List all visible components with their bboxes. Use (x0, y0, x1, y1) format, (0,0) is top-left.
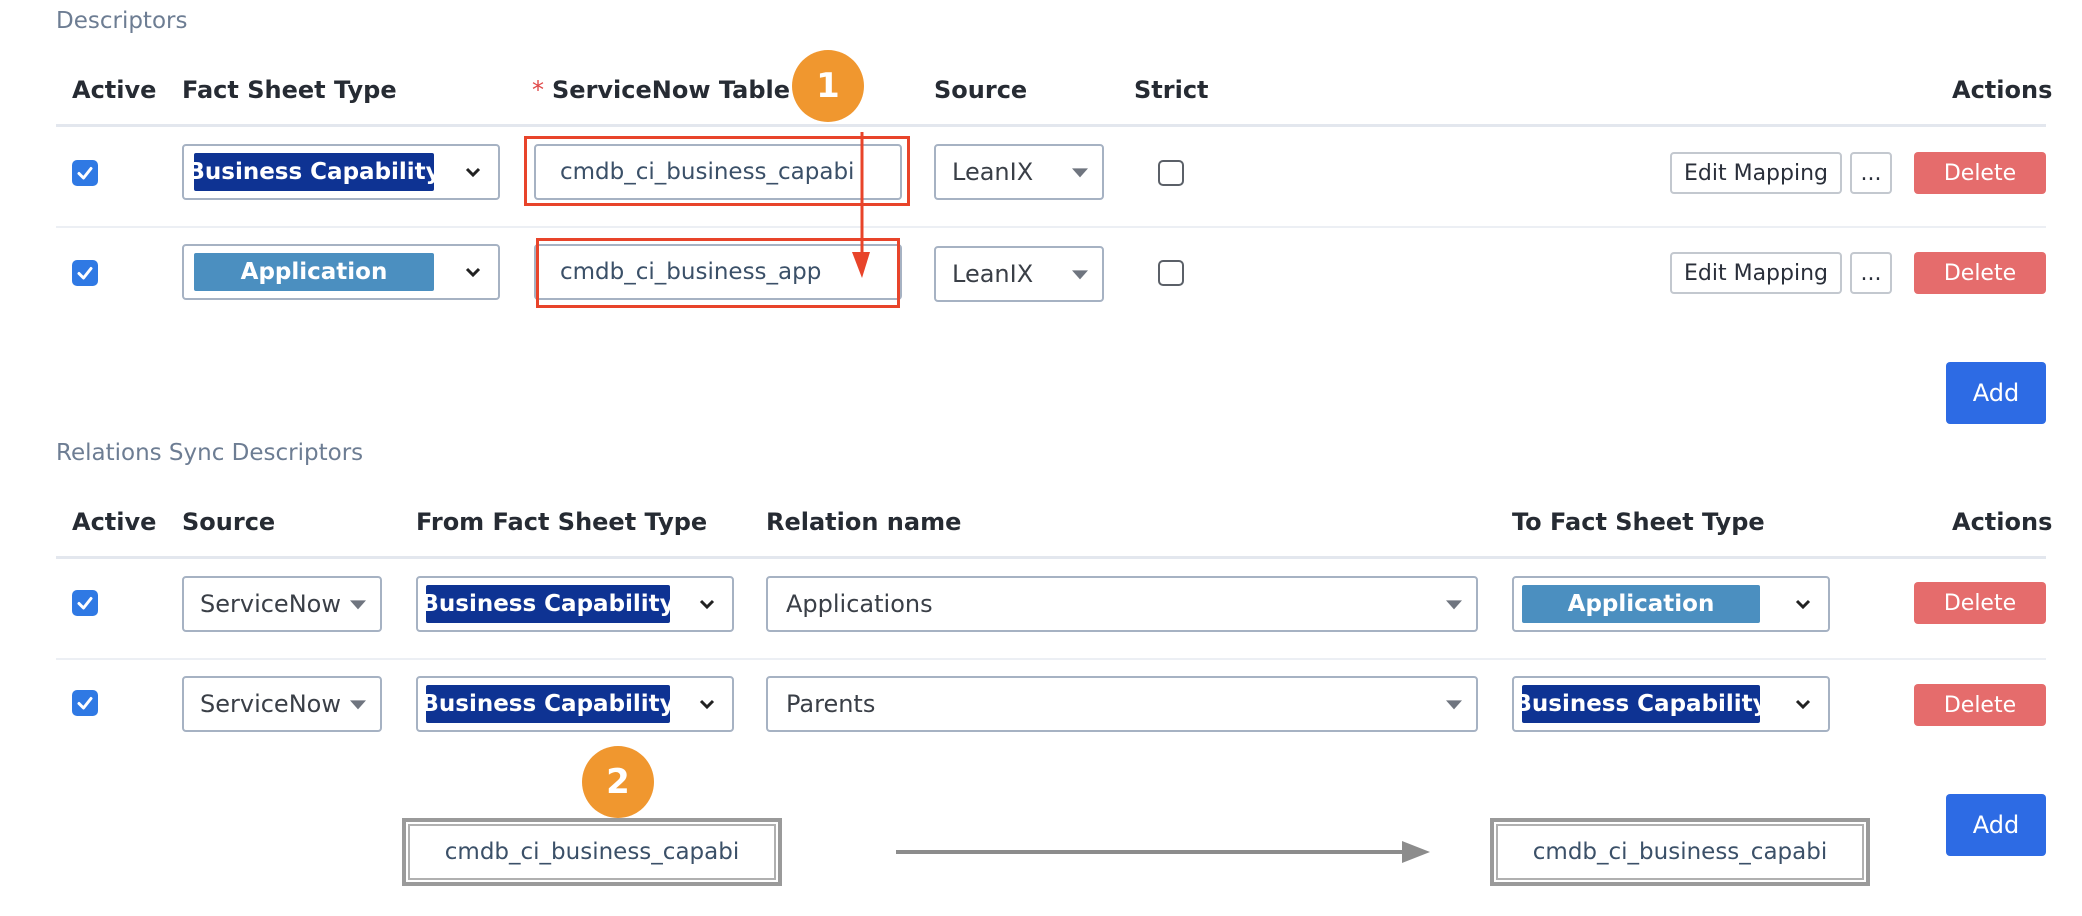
delete-button[interactable]: Delete (1914, 582, 2046, 624)
source-select[interactable]: LeanIX (934, 246, 1104, 302)
relation-name-select[interactable]: Parents (766, 676, 1478, 732)
active-checkbox[interactable] (72, 690, 98, 716)
to-table-annotation: cmdb_ci_business_capabi (1490, 818, 1870, 886)
caret-down-icon (350, 700, 366, 710)
fact-sheet-type-badge: Business Capability (1522, 685, 1760, 723)
to-table-label: cmdb_ci_business_capabi (1496, 824, 1864, 880)
add-relation-button[interactable]: Add (1946, 794, 2046, 856)
checkmark-icon (77, 597, 93, 610)
source-select-value: ServiceNow (200, 690, 341, 718)
col-header-relation-name: Relation name (766, 508, 962, 536)
source-select-value: ServiceNow (200, 590, 341, 618)
source-select-value: LeanIX (952, 158, 1034, 186)
fact-sheet-type-badge: Application (1522, 585, 1760, 623)
relation-row: ServiceNow Business Capability Applicati… (0, 558, 2082, 658)
source-select[interactable]: ServiceNow (182, 576, 382, 632)
descriptors-section-title: Descriptors (56, 8, 188, 34)
from-table-annotation: cmdb_ci_business_capabi (402, 818, 782, 886)
active-checkbox[interactable] (72, 160, 98, 186)
checkmark-icon (77, 697, 93, 710)
fact-sheet-type-select[interactable]: Business Capability (182, 144, 500, 200)
fact-sheet-type-badge: Business Capability (426, 685, 670, 723)
fact-sheet-type-badge: Business Capability (426, 585, 670, 623)
relation-row: ServiceNow Business Capability Parents B… (0, 660, 2082, 760)
to-fact-sheet-type-select[interactable]: Application (1512, 576, 1830, 632)
arrow-down-icon (852, 132, 870, 278)
strict-checkbox[interactable] (1158, 260, 1184, 286)
chevron-down-icon (699, 599, 715, 610)
chevron-down-icon (699, 699, 715, 710)
arrow-right-icon (896, 841, 1430, 863)
checkmark-icon (77, 167, 93, 180)
col-header-actions: Actions (1952, 508, 2053, 536)
more-options-button[interactable]: ... (1850, 152, 1892, 194)
fact-sheet-type-badge: Application (194, 253, 434, 291)
caret-down-icon (350, 600, 366, 610)
delete-button[interactable]: Delete (1914, 252, 2046, 294)
callout-badge-2: 2 (582, 746, 654, 818)
descriptor-row: Application cmdb_ci_business_app LeanIX … (0, 228, 2082, 328)
descriptor-row: Business Capability cmdb_ci_business_cap… (0, 126, 2082, 226)
caret-down-icon (1072, 168, 1088, 178)
col-header-from-fact-sheet-type: From Fact Sheet Type (416, 508, 708, 536)
to-fact-sheet-type-select[interactable]: Business Capability (1512, 676, 1830, 732)
caret-down-icon (1446, 700, 1462, 710)
col-header-source: Source (182, 508, 276, 536)
from-fact-sheet-type-select[interactable]: Business Capability (416, 676, 734, 732)
fact-sheet-type-badge: Business Capability (194, 153, 434, 191)
source-select[interactable]: ServiceNow (182, 676, 382, 732)
source-select[interactable]: LeanIX (934, 144, 1104, 200)
col-header-to-fact-sheet-type: To Fact Sheet Type (1512, 508, 1765, 536)
col-header-servicenow-table-label: ServiceNow Table (552, 76, 791, 104)
relation-name-value: Applications (786, 590, 933, 618)
relation-name-value: Parents (786, 690, 876, 718)
checkmark-icon (77, 267, 93, 280)
delete-button[interactable]: Delete (1914, 684, 2046, 726)
strict-checkbox[interactable] (1158, 160, 1184, 186)
from-fact-sheet-type-select[interactable]: Business Capability (416, 576, 734, 632)
col-header-active: Active (72, 508, 157, 536)
chevron-down-icon (465, 267, 481, 278)
edit-mapping-button[interactable]: Edit Mapping (1670, 152, 1842, 194)
relations-section-title: Relations Sync Descriptors (56, 440, 364, 466)
col-header-actions: Actions (1952, 76, 2053, 104)
add-descriptor-button[interactable]: Add (1946, 362, 2046, 424)
col-header-strict: Strict (1134, 76, 1209, 104)
chevron-down-icon (1795, 599, 1811, 610)
source-select-value: LeanIX (952, 260, 1034, 288)
caret-down-icon (1446, 600, 1462, 610)
edit-mapping-button[interactable]: Edit Mapping (1670, 252, 1842, 294)
caret-down-icon (1072, 270, 1088, 280)
col-header-servicenow-table: * ServiceNow Table (532, 76, 790, 104)
col-header-fact-sheet-type: Fact Sheet Type (182, 76, 397, 104)
chevron-down-icon (1795, 699, 1811, 710)
callout-badge-1: 1 (792, 50, 864, 122)
chevron-down-icon (465, 167, 481, 178)
active-checkbox[interactable] (72, 590, 98, 616)
relation-name-select[interactable]: Applications (766, 576, 1478, 632)
more-options-button[interactable]: ... (1850, 252, 1892, 294)
fact-sheet-type-select[interactable]: Application (182, 244, 500, 300)
col-header-active: Active (72, 76, 157, 104)
from-table-label: cmdb_ci_business_capabi (408, 824, 776, 880)
required-mark: * (532, 76, 544, 104)
active-checkbox[interactable] (72, 260, 98, 286)
delete-button[interactable]: Delete (1914, 152, 2046, 194)
col-header-source: Source (934, 76, 1028, 104)
